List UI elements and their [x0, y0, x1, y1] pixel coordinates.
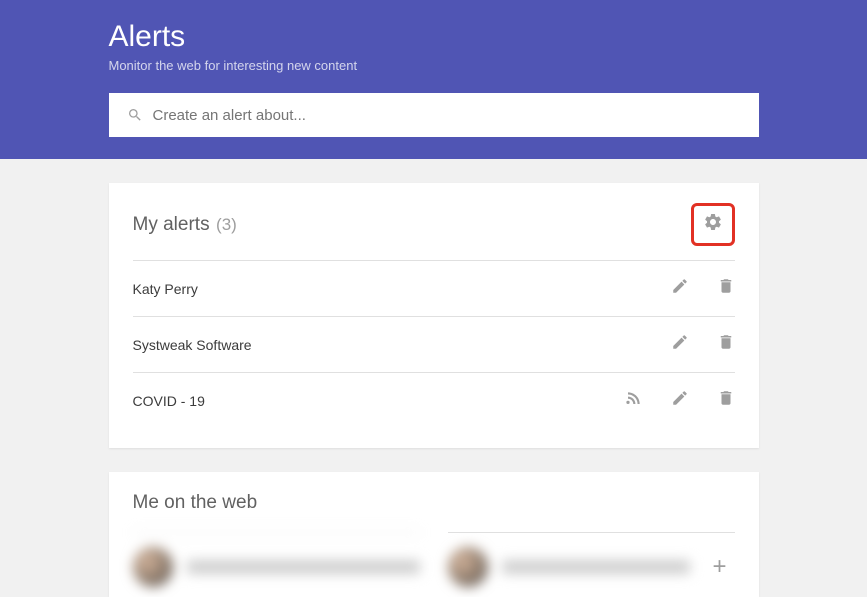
web-item[interactable]: +	[448, 532, 735, 587]
trash-icon	[717, 277, 735, 300]
rss-icon	[625, 389, 643, 412]
alert-name: COVID - 19	[133, 393, 205, 409]
web-item-label	[502, 560, 691, 574]
me-on-web-title: Me on the web	[133, 492, 735, 514]
me-on-web-card: Me on the web +	[109, 472, 759, 597]
pencil-icon	[671, 277, 689, 300]
edit-button[interactable]	[671, 333, 689, 356]
settings-button[interactable]	[691, 203, 735, 246]
web-item[interactable]	[133, 532, 420, 587]
avatar	[448, 547, 488, 587]
trash-icon	[717, 333, 735, 356]
search-box[interactable]	[109, 93, 759, 137]
alert-name: Katy Perry	[133, 281, 198, 297]
web-item-label	[187, 560, 420, 574]
my-alerts-count: (3)	[216, 215, 237, 234]
alert-row: Katy Perry	[133, 260, 735, 316]
my-alerts-title: My alerts	[133, 214, 210, 235]
avatar	[133, 547, 173, 587]
alert-row: Systweak Software	[133, 316, 735, 372]
trash-icon	[717, 389, 735, 412]
alert-name: Systweak Software	[133, 337, 252, 353]
delete-button[interactable]	[717, 333, 735, 356]
delete-button[interactable]	[717, 389, 735, 412]
search-input[interactable]	[153, 107, 741, 124]
alert-row: COVID - 19	[133, 372, 735, 428]
gear-icon	[703, 212, 723, 237]
delete-button[interactable]	[717, 277, 735, 300]
add-web-item-button[interactable]: +	[704, 553, 734, 581]
pencil-icon	[671, 389, 689, 412]
rss-button[interactable]	[625, 389, 643, 412]
pencil-icon	[671, 333, 689, 356]
page-title: Alerts	[109, 20, 759, 54]
edit-button[interactable]	[671, 389, 689, 412]
my-alerts-card: My alerts (3) Katy Perry Systweak So	[109, 183, 759, 448]
edit-button[interactable]	[671, 277, 689, 300]
header: Alerts Monitor the web for interesting n…	[0, 0, 867, 159]
search-icon	[127, 107, 143, 123]
page-subtitle: Monitor the web for interesting new cont…	[109, 58, 759, 73]
